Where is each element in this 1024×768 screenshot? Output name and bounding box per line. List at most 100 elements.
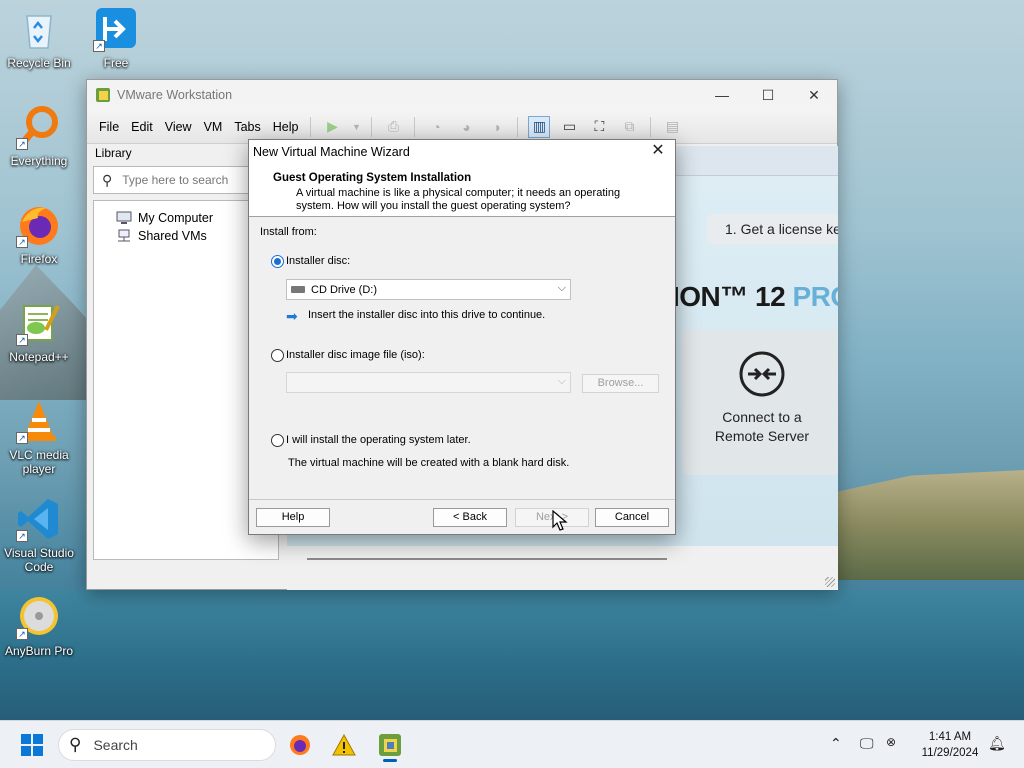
shortcut-arrow-icon: ↗ <box>16 138 28 150</box>
desktop-icon-vlc[interactable]: ↗ VLC media player <box>0 398 78 476</box>
wizard-body: Install from: Installer disc: CD Drive (… <box>249 217 675 500</box>
installer-disc-label[interactable]: Installer disc: <box>286 255 350 267</box>
notifications-bell-icon[interactable]: 🔔︎ <box>988 735 1006 752</box>
notepadpp-icon: ↗ <box>16 300 62 346</box>
unity-icon[interactable]: ⧉ <box>618 116 640 138</box>
start-button[interactable] <box>16 729 48 761</box>
install-later-label[interactable]: I will install the operating system late… <box>286 434 471 446</box>
firefox-icon <box>290 735 310 755</box>
toolbar-separator <box>310 116 312 137</box>
help-button[interactable]: Help <box>256 508 330 527</box>
wizard-step-title: Guest Operating System Installation <box>273 172 472 184</box>
send-keys-icon[interactable]: ⎙ <box>382 116 404 138</box>
snapshot-manager-icon[interactable]: ◑ <box>485 116 507 138</box>
show-library-icon[interactable]: ▥ <box>528 115 551 138</box>
shortcut-arrow-icon: ↗ <box>16 334 28 346</box>
iso-image-radio[interactable] <box>271 349 284 362</box>
wizard-footer: Help < Back Next > Cancel <box>249 499 675 534</box>
system-clock[interactable]: 1:41 AM 11/29/2024 <box>912 729 988 761</box>
shortcut-arrow-icon: ↗ <box>16 432 28 444</box>
back-button[interactable]: < Back <box>433 508 507 527</box>
network-icon[interactable]: 🖵 <box>860 735 874 752</box>
taskbar-vmware[interactable] <box>374 729 406 761</box>
search-icon: ⚲ <box>69 735 82 754</box>
iso-image-label[interactable]: Installer disc image file (iso): <box>286 349 425 361</box>
menu-view[interactable]: View <box>159 120 198 134</box>
disc-drive-select[interactable]: CD Drive (D:) ⌵ <box>286 279 571 300</box>
resize-grip-icon[interactable] <box>825 577 835 587</box>
clock-date: 11/29/2024 <box>921 747 979 759</box>
toolbar-separator <box>517 116 519 137</box>
toolbar-separator <box>371 116 373 137</box>
minimize-button[interactable]: — <box>699 80 745 110</box>
taskbar-search-box[interactable]: ⚲ Search <box>58 729 276 761</box>
cancel-button[interactable]: Cancel <box>595 508 669 527</box>
menu-edit[interactable]: Edit <box>125 120 159 134</box>
vmware-app-icon <box>379 734 401 756</box>
show-hidden-icons-icon[interactable]: ⌃ <box>830 735 842 752</box>
library-search-placeholder: Type here to search <box>122 173 229 187</box>
taskbar-warning-app[interactable] <box>328 729 360 761</box>
connect-line-1: Connect to a <box>722 409 802 425</box>
disc-drive-value: CD Drive (D:) <box>311 283 377 296</box>
wizard-titlebar[interactable]: New Virtual Machine Wizard ✕ <box>249 140 675 164</box>
vlc-icon: ↗ <box>16 398 62 444</box>
console-view-icon[interactable]: ▤ <box>661 116 683 138</box>
tree-item-label: Shared VMs <box>138 229 207 243</box>
search-icon: ⚲ <box>102 171 113 188</box>
library-search-input[interactable]: ⚲ Type here to search <box>93 166 253 194</box>
full-screen-icon[interactable]: ⛶ <box>588 116 610 138</box>
firefox-icon: ↗ <box>16 202 62 248</box>
desktop-icon-anyburn[interactable]: ↗ AnyBurn Pro <box>0 594 78 658</box>
connect-remote-server-card[interactable]: Connect to a Remote Server <box>682 330 838 475</box>
desktop-icon-fdm[interactable]: ↗ Free <box>77 6 155 70</box>
brand-text: ION™ 12 <box>672 281 793 312</box>
status-divider <box>307 558 667 560</box>
recycle-bin-icon <box>16 6 62 52</box>
toolbar-separator <box>650 116 652 137</box>
desktop-icon-vscode[interactable]: ↗ Visual Studio Code <box>0 496 78 574</box>
cd-drive-icon <box>291 286 305 293</box>
wallpaper-land <box>836 470 1024 580</box>
menu-file[interactable]: File <box>93 120 125 134</box>
get-license-key-button[interactable]: 1. Get a license key <box>707 214 838 244</box>
maximize-button[interactable]: ☐ <box>745 80 791 110</box>
wizard-close-icon[interactable]: ✕ <box>649 142 667 160</box>
wizard-title: New Virtual Machine Wizard <box>253 145 410 159</box>
vmware-app-icon <box>96 88 110 102</box>
install-from-label: Install from: <box>260 226 317 238</box>
shared-vms-icon <box>118 229 130 242</box>
desktop-icon-recycle-bin[interactable]: Recycle Bin <box>0 6 78 70</box>
warning-icon <box>332 733 356 756</box>
chevron-down-icon: ⌵ <box>557 375 566 387</box>
browse-button[interactable]: Browse... <box>582 374 659 393</box>
power-dropdown-icon[interactable]: ▼ <box>351 116 361 138</box>
status-area <box>287 546 838 590</box>
menu-help[interactable]: Help <box>267 120 305 134</box>
new-vm-wizard-dialog: New Virtual Machine Wizard ✕ Guest Opera… <box>248 139 676 535</box>
tree-item-label: My Computer <box>138 211 214 225</box>
snapshot-icon[interactable]: ◔ <box>425 116 447 138</box>
close-button[interactable]: ✕ <box>791 80 837 110</box>
fdm-icon: ↗ <box>93 6 139 52</box>
menu-tabs[interactable]: Tabs <box>228 120 266 134</box>
revert-snapshot-icon[interactable]: ◕ <box>455 116 477 138</box>
desktop-icon-notepadpp[interactable]: ↗ Notepad++ <box>0 300 78 364</box>
taskbar-firefox[interactable] <box>284 729 316 761</box>
vmware-titlebar[interactable]: VMware Workstation — ☐ ✕ <box>87 80 837 110</box>
desktop-icon-everything[interactable]: ↗ Everything <box>0 104 78 168</box>
volume-muted-icon[interactable]: ⊗ <box>886 735 896 749</box>
install-later-radio[interactable] <box>271 434 284 447</box>
windows-logo-icon <box>21 734 43 756</box>
desktop-icon-firefox[interactable]: ↗ Firefox <box>0 202 78 266</box>
menu-vm[interactable]: VM <box>198 120 229 134</box>
wizard-step-description: A virtual machine is like a physical com… <box>296 187 621 212</box>
thumbnail-bar-icon[interactable]: ▭ <box>558 116 580 138</box>
wizard-header: Guest Operating System Installation A vi… <box>249 164 675 217</box>
installer-disc-radio[interactable] <box>271 255 284 268</box>
toolbar-separator <box>414 116 416 137</box>
iso-path-combo[interactable]: ⌵ <box>286 372 571 393</box>
power-on-icon[interactable]: ▶ <box>321 116 343 138</box>
shortcut-arrow-icon: ↗ <box>16 530 28 542</box>
remote-server-icon <box>739 351 785 397</box>
